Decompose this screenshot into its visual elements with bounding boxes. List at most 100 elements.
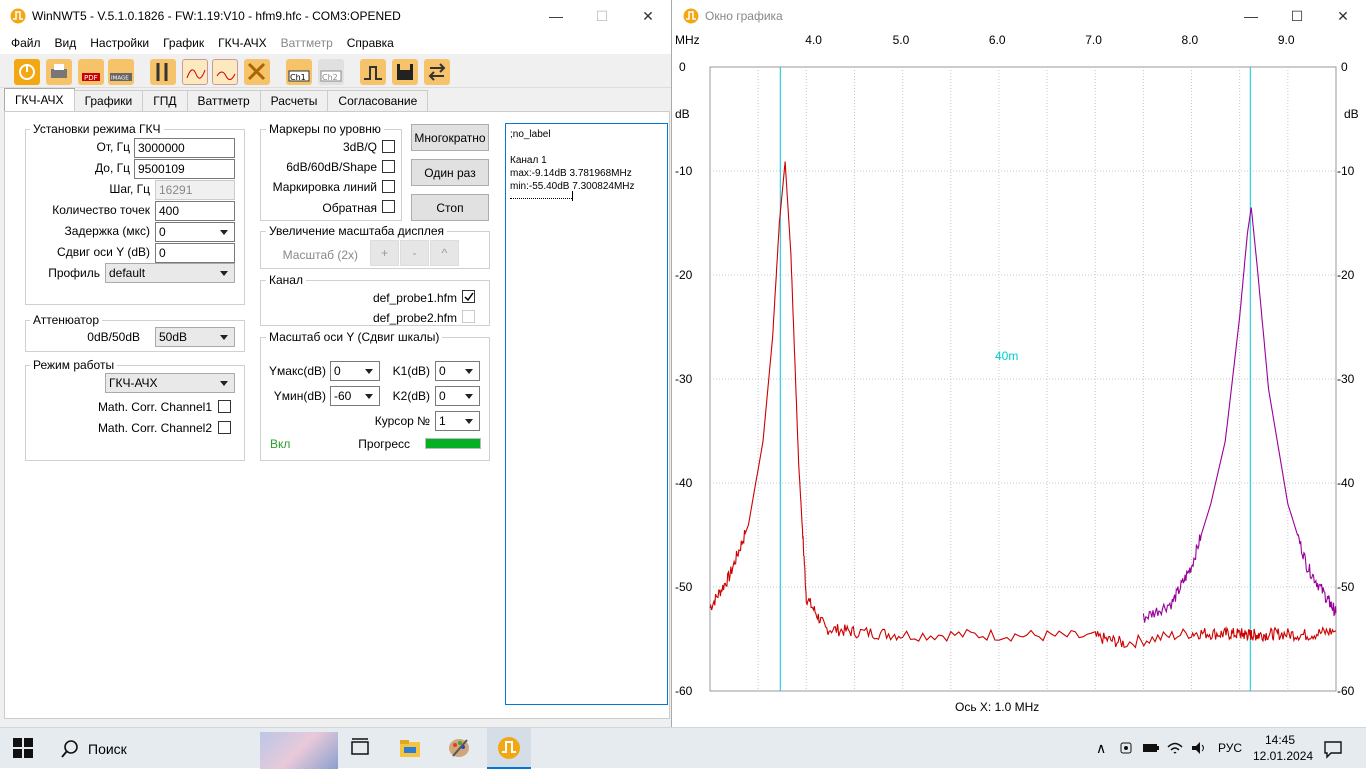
marker-3db-checkbox[interactable] — [382, 140, 395, 153]
maximize-button[interactable]: ☐ — [579, 0, 625, 32]
menu-sweep[interactable]: ГКЧ-АЧХ — [211, 36, 274, 50]
tab-matching[interactable]: Согласование — [327, 90, 429, 111]
channel2-icon[interactable]: Ch2 — [318, 59, 344, 85]
log-line-label: ;no_label — [510, 129, 551, 140]
marker-6db-checkbox[interactable] — [382, 160, 395, 173]
x-tick-label: 5.0 — [893, 33, 910, 47]
menu-settings[interactable]: Настройки — [83, 36, 156, 50]
clock-time[interactable]: 14:45 — [1265, 733, 1295, 747]
marker-6db-label: 6dB/60dB/Shape — [286, 160, 377, 174]
ymax-label: Yмакс(dB) — [269, 364, 326, 378]
corr2-checkbox[interactable] — [218, 421, 231, 434]
image-export-icon[interactable]: IMAGE — [108, 59, 134, 85]
y-tick-label-right: 0 — [1341, 60, 1348, 74]
menu-bar: Файл Вид Настройки График ГКЧ-АЧХ Ваттме… — [0, 32, 671, 54]
close-button[interactable]: ✕ — [625, 0, 671, 32]
attenuator-title: Аттенюатор — [30, 313, 103, 327]
svg-text:IMAGE: IMAGE — [111, 76, 129, 82]
channel1-icon[interactable]: Ch1 — [286, 59, 312, 85]
battery-icon[interactable] — [1142, 740, 1160, 756]
sweep-icon[interactable] — [360, 59, 386, 85]
band-label: 40m — [995, 349, 1018, 363]
zoom-minus-button[interactable]: - — [400, 240, 429, 266]
channel2-checkbox[interactable] — [462, 310, 475, 323]
menu-file[interactable]: Файл — [4, 36, 48, 50]
print-icon[interactable] — [46, 59, 72, 85]
mode-title: Режим работы — [30, 358, 118, 372]
task-view-icon[interactable] — [348, 736, 372, 760]
exchange-icon[interactable] — [424, 59, 450, 85]
tab-vfo[interactable]: ГПД — [142, 90, 188, 111]
ymin-select[interactable]: -60 — [330, 386, 380, 406]
delay-select[interactable]: 0 — [155, 222, 235, 242]
single-sweep-button[interactable]: Один раз — [411, 159, 489, 186]
ymax-select[interactable]: 0 — [330, 361, 380, 381]
menu-help[interactable]: Справка — [340, 36, 401, 50]
y-tick-label-left: -50 — [675, 580, 693, 594]
zoom-up-button[interactable]: ^ — [430, 240, 459, 266]
notification-icon[interactable] — [1323, 739, 1343, 759]
graph-close-button[interactable]: ✕ — [1320, 0, 1366, 32]
graph-maximize-button[interactable]: ☐ — [1274, 0, 1320, 32]
graph-titlebar[interactable]: Окно графика — ☐ ✕ — [673, 0, 1366, 32]
progress-bar — [425, 438, 481, 449]
menu-wattmeter[interactable]: Ваттметр — [274, 36, 340, 50]
cursor-select[interactable]: 1 — [435, 411, 480, 431]
pdf-icon[interactable]: PDF — [78, 59, 104, 85]
marker-lines-checkbox[interactable] — [382, 180, 395, 193]
tab-calculations[interactable]: Расчеты — [259, 90, 329, 111]
clock-date[interactable]: 12.01.2024 — [1253, 749, 1313, 763]
k2-select[interactable]: 0 — [435, 386, 480, 406]
from-input[interactable]: 3000000 — [134, 138, 235, 158]
taskbar-search-box[interactable]: Поиск — [48, 728, 338, 769]
frequency-response-chart[interactable]: MHz dB dB 4.0 5.0 6.0 7.0 8.0 9.0 0 0 -10 -10 -20 -… — [673, 30, 1366, 727]
marker-3db-label: 3dB/Q — [342, 140, 377, 154]
corr1-checkbox[interactable] — [218, 400, 231, 413]
main-titlebar[interactable]: WinNWT5 - V.5.1.0.1826 - FW:1.19:V10 - h… — [0, 0, 671, 32]
tray-chevron-icon[interactable]: ∧ — [1096, 740, 1106, 757]
profile-select[interactable]: default — [105, 263, 235, 283]
volume-icon[interactable] — [1190, 739, 1208, 757]
calibrate-icon[interactable] — [244, 59, 270, 85]
tray-device-icon[interactable] — [1118, 740, 1134, 756]
tab-graphs[interactable]: Графики — [73, 90, 144, 111]
db-graph-icon[interactable] — [212, 59, 238, 85]
language-indicator[interactable]: РУС — [1218, 741, 1242, 755]
graph-grid-icon[interactable] — [182, 59, 208, 85]
save-icon[interactable] — [392, 59, 418, 85]
marker-reverse-checkbox[interactable] — [382, 200, 395, 213]
marker-lines-label: Маркировка линий — [272, 180, 377, 194]
tab-sweep[interactable]: ГКЧ-АЧХ — [4, 88, 75, 111]
main-window: WinNWT5 - V.5.1.0.1826 - FW:1.19:V10 - h… — [0, 0, 672, 727]
progress-fill — [426, 439, 480, 448]
minimize-button[interactable]: — — [533, 0, 579, 32]
k1-select[interactable]: 0 — [435, 361, 480, 381]
x-tick-label: 4.0 — [805, 33, 822, 47]
windows-start-icon[interactable] — [13, 738, 33, 758]
taskbar: Поиск ∧ РУС 14:45 12.01.2024 — [0, 727, 1366, 769]
y-tick-label-left: -30 — [675, 372, 693, 386]
log-line-channel: Канал 1 — [510, 155, 547, 166]
stop-button[interactable]: Стоп — [411, 194, 489, 221]
menu-graph[interactable]: График — [156, 36, 211, 50]
zoom-plus-button[interactable]: + — [370, 240, 399, 266]
mode-select[interactable]: ГКЧ-АЧХ — [105, 373, 235, 393]
to-input[interactable]: 9500109 — [134, 159, 235, 179]
menu-view[interactable]: Вид — [48, 36, 84, 50]
file-explorer-icon[interactable] — [398, 736, 422, 760]
x-tick-label: 6.0 — [989, 33, 1006, 47]
to-label: До, Гц — [95, 161, 130, 175]
log-line-max: max:-9.14dB 3.781968MHz — [510, 168, 632, 179]
points-input[interactable]: 400 — [155, 201, 235, 221]
tab-wattmeter[interactable]: Ваттметр — [186, 90, 261, 111]
power-icon[interactable] — [14, 59, 40, 85]
wifi-icon[interactable] — [1166, 739, 1184, 757]
settings-tools-icon[interactable] — [150, 59, 176, 85]
graph-minimize-button[interactable]: — — [1228, 0, 1274, 32]
paint-icon[interactable] — [447, 736, 471, 760]
winnwt-taskbar-button[interactable] — [487, 728, 531, 769]
attenuator-select[interactable]: 50dB — [155, 327, 235, 347]
yshift-input[interactable]: 0 — [155, 243, 235, 263]
multi-sweep-button[interactable]: Многократно — [411, 124, 489, 151]
channel1-checkbox[interactable] — [462, 290, 475, 303]
